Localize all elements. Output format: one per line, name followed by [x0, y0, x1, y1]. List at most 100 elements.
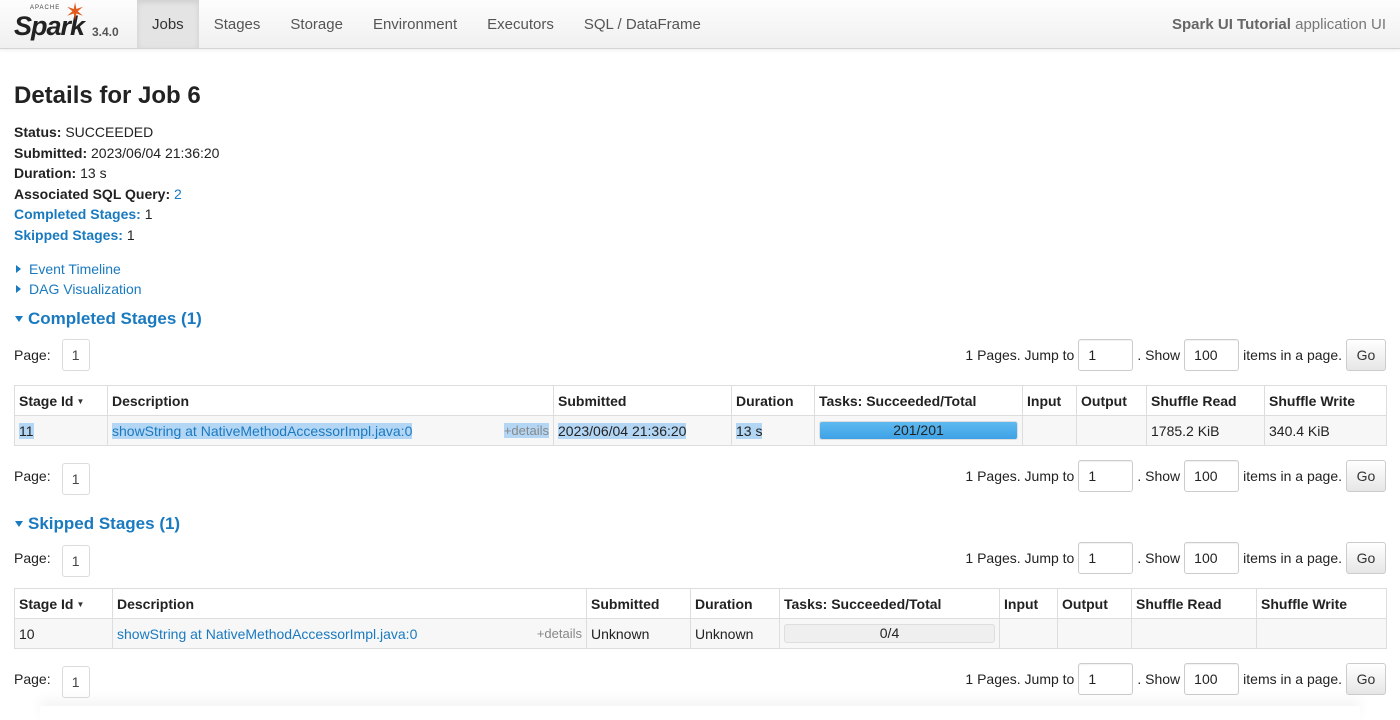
caret-down-icon	[15, 316, 23, 322]
footer-shadow	[40, 706, 1360, 720]
duration-row: Duration: 13 s	[14, 163, 1386, 184]
description-cell: showString at NativeMethodAccessorImpl.j…	[107, 415, 554, 446]
col-stage-id[interactable]: Stage Id ▼	[14, 588, 113, 619]
go-button[interactable]: Go	[1346, 339, 1386, 371]
jump-to-page-input[interactable]	[1078, 542, 1134, 574]
col-output[interactable]: Output	[1057, 588, 1132, 619]
show-text: . Show	[1137, 671, 1181, 687]
skipped-pager-bottom: Page: 1 1 Pages. Jump to . Show items in…	[14, 662, 1386, 698]
output-cell	[1076, 415, 1147, 446]
completed-stages-table: Stage Id ▼ Description Submitted Duration…	[14, 385, 1387, 446]
caret-right-icon	[16, 285, 21, 293]
items-text: items in a page.	[1243, 550, 1342, 566]
spark-logo-link[interactable]: APACHE Spark ✶ 3.4.0	[0, 0, 137, 48]
stage-description-link[interactable]: showString at NativeMethodAccessorImpl.j…	[112, 422, 413, 439]
col-duration[interactable]: Duration	[690, 588, 780, 619]
page-number-button[interactable]: 1	[61, 339, 90, 371]
details-toggle[interactable]: +details	[503, 423, 549, 438]
event-timeline-toggle[interactable]: Event Timeline	[14, 259, 1386, 279]
status-label: Status:	[14, 124, 62, 140]
page-number-button[interactable]: 1	[61, 544, 90, 577]
pages-text: 1 Pages. Jump to	[965, 468, 1075, 484]
visualization-toggles: Event Timeline DAG Visualization	[14, 259, 1386, 299]
sql-query-link[interactable]: 2	[174, 186, 182, 202]
description-cell: showString at NativeMethodAccessorImpl.j…	[112, 618, 587, 649]
sort-desc-icon: ▼	[76, 396, 85, 406]
col-submitted[interactable]: Submitted	[586, 588, 691, 619]
col-description[interactable]: Description	[112, 588, 587, 619]
top-navbar: APACHE Spark ✶ 3.4.0 Jobs Stages Storage…	[0, 0, 1400, 49]
dag-visualization-toggle[interactable]: DAG Visualization	[14, 279, 1386, 299]
col-input[interactable]: Input	[999, 588, 1058, 619]
page-size-input[interactable]	[1184, 663, 1240, 695]
col-tasks[interactable]: Tasks: Succeeded/Total	[814, 385, 1023, 416]
jump-to-page-input[interactable]	[1078, 460, 1134, 492]
go-button[interactable]: Go	[1346, 460, 1386, 492]
page-label: Page:	[14, 468, 51, 484]
col-output[interactable]: Output	[1076, 385, 1147, 416]
col-input[interactable]: Input	[1022, 385, 1077, 416]
skipped-stages-link[interactable]: Skipped Stages:	[14, 227, 123, 243]
sort-desc-icon: ▼	[76, 599, 85, 609]
completed-stages-heading[interactable]: Completed Stages (1)	[14, 307, 1386, 331]
status-row: Status: SUCCEEDED	[14, 122, 1386, 143]
completed-stages-count: 1	[144, 206, 153, 222]
page-size-input[interactable]	[1184, 339, 1240, 371]
page-title: Details for Job 6	[14, 82, 201, 109]
tab-sql-dataframe[interactable]: SQL / DataFrame	[569, 0, 716, 48]
app-name: Spark UI Tutorial	[1172, 16, 1291, 33]
sql-query-label: Associated SQL Query:	[14, 185, 171, 202]
tasks-progress-label: 0/4	[879, 625, 900, 641]
caret-down-icon	[15, 521, 23, 527]
go-button[interactable]: Go	[1346, 542, 1386, 574]
spark-logo: APACHE Spark ✶	[13, 0, 89, 44]
items-text: items in a page.	[1243, 468, 1342, 484]
input-cell	[999, 618, 1058, 649]
col-stage-id[interactable]: Stage Id ▼	[14, 385, 108, 416]
show-text: . Show	[1137, 468, 1181, 484]
col-submitted[interactable]: Submitted	[553, 385, 732, 416]
completed-pager-top: Page: 1 1 Pages. Jump to . Show items in…	[14, 338, 1386, 372]
event-timeline-label: Event Timeline	[29, 261, 121, 277]
page-number-button[interactable]: 1	[61, 665, 90, 698]
tab-jobs[interactable]: Jobs	[137, 0, 199, 48]
page-size-input[interactable]	[1184, 460, 1240, 492]
jump-to-page-input[interactable]	[1078, 663, 1134, 695]
duration-value: 13 s	[80, 165, 107, 181]
page-content: Details for Job 6 Status: SUCCEEDED Subm…	[0, 82, 1400, 698]
completed-stages-link[interactable]: Completed Stages:	[14, 206, 141, 222]
col-shuffle-read[interactable]: Shuffle Read	[1146, 385, 1265, 416]
skipped-stages-heading[interactable]: Skipped Stages (1)	[14, 512, 1386, 536]
submitted-cell: Unknown	[586, 618, 691, 649]
submitted-value: 2023/06/04 21:36:20	[91, 144, 220, 161]
app-title: Spark UI Tutorial application UI	[1172, 16, 1386, 33]
tab-environment[interactable]: Environment	[358, 0, 472, 48]
col-duration[interactable]: Duration	[731, 385, 815, 416]
col-shuffle-write[interactable]: Shuffle Write	[1256, 588, 1387, 619]
jump-to-page-input[interactable]	[1078, 339, 1134, 371]
tab-stages[interactable]: Stages	[199, 0, 276, 48]
page-label: Page:	[14, 347, 51, 363]
nav-tabs: Jobs Stages Storage Environment Executor…	[137, 0, 716, 48]
skipped-stages-table: Stage Id ▼ Description Submitted Duration…	[14, 588, 1387, 649]
duration-label: Duration:	[14, 165, 77, 181]
details-toggle[interactable]: +details	[537, 626, 582, 641]
go-button[interactable]: Go	[1346, 663, 1386, 695]
page-size-input[interactable]	[1184, 542, 1240, 574]
col-shuffle-read[interactable]: Shuffle Read	[1131, 588, 1257, 619]
skipped-stages-row: Skipped Stages: 1	[14, 225, 1386, 246]
spark-version: 3.4.0	[92, 25, 119, 39]
col-tasks[interactable]: Tasks: Succeeded/Total	[779, 588, 1000, 619]
col-description[interactable]: Description	[107, 385, 554, 416]
stage-id: 11	[19, 422, 34, 439]
pages-text: 1 Pages. Jump to	[965, 550, 1075, 566]
page-number-button[interactable]: 1	[61, 462, 90, 495]
stage-duration: 13 s	[736, 422, 763, 439]
col-shuffle-write[interactable]: Shuffle Write	[1264, 385, 1387, 416]
table-header-row: Stage Id ▼ Description Submitted Duration…	[14, 385, 1387, 416]
tab-storage[interactable]: Storage	[275, 0, 358, 48]
submitted-row: Submitted: 2023/06/04 21:36:20	[14, 143, 1386, 164]
tab-executors[interactable]: Executors	[472, 0, 569, 48]
spark-star-icon: ✶	[65, 0, 86, 26]
stage-description-link[interactable]: showString at NativeMethodAccessorImpl.j…	[117, 626, 417, 642]
